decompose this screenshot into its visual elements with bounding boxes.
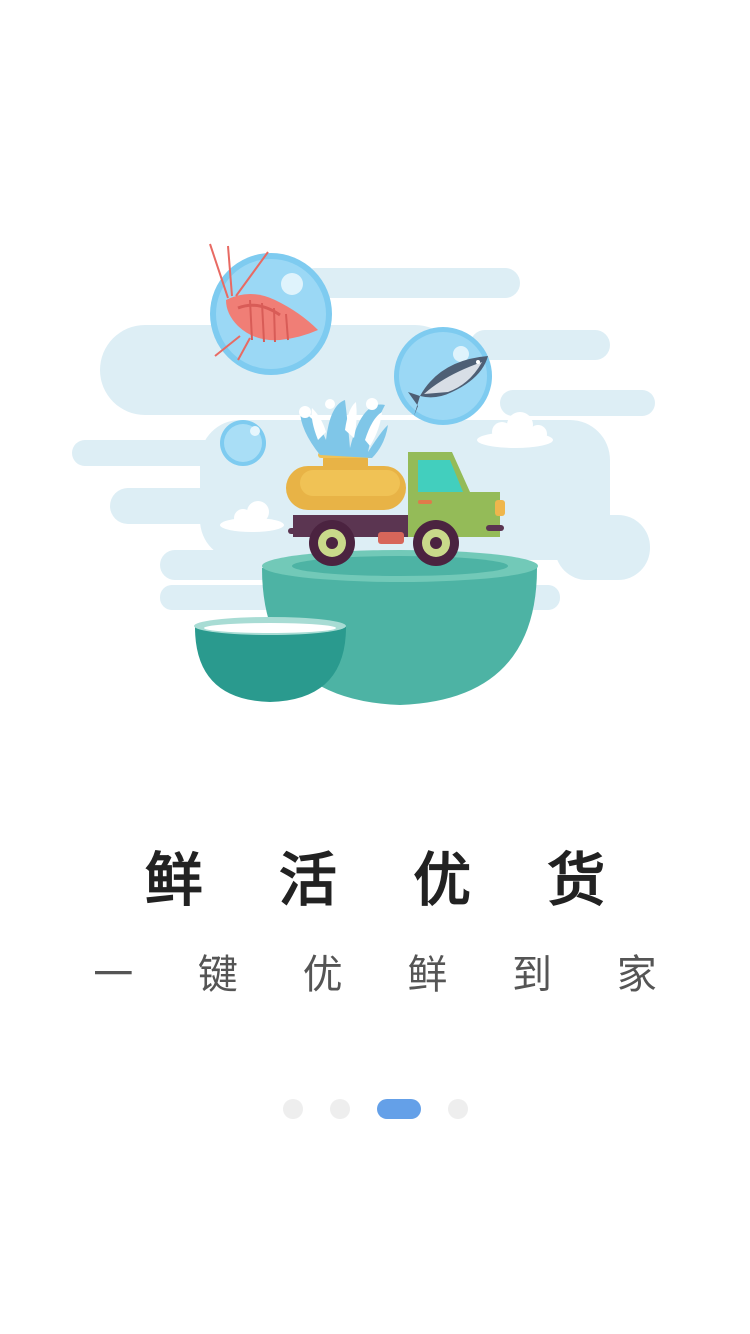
- small-bowl-icon: [194, 617, 346, 702]
- page-dot-4[interactable]: [447, 1099, 468, 1119]
- water-bubble-icon: [220, 420, 266, 466]
- fish-bubble: [394, 327, 492, 425]
- page-dot-3-active[interactable]: [376, 1099, 421, 1119]
- page-title: 鲜 活 优 货: [144, 846, 634, 914]
- shrimp-bubble: [209, 243, 332, 375]
- onboarding-illustration: [72, 243, 655, 705]
- page-dot-2[interactable]: [329, 1099, 350, 1119]
- page-indicator: [0, 1098, 750, 1120]
- page-dot-1[interactable]: [282, 1099, 303, 1119]
- page-subtitle: 一 键 优 鲜 到 家: [93, 952, 683, 998]
